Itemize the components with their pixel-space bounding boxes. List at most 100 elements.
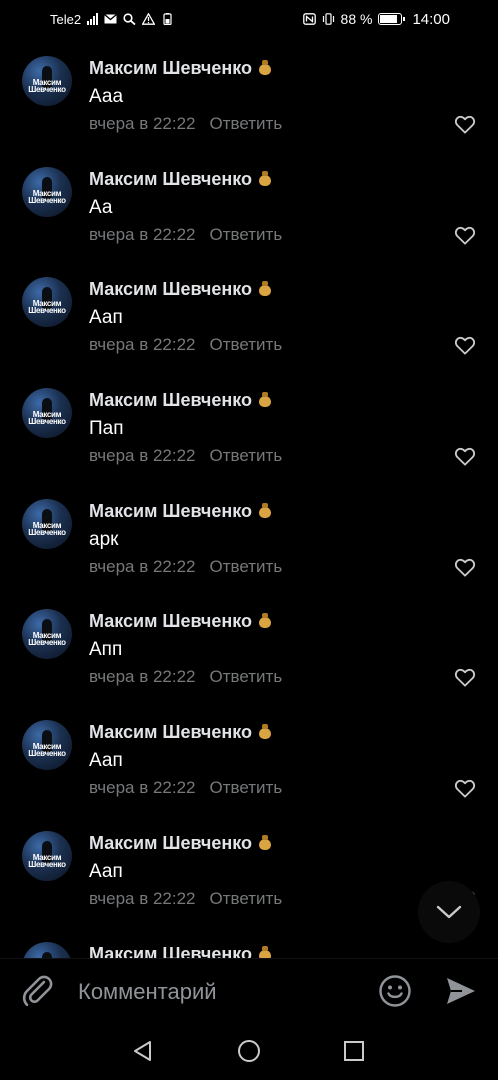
avatar-label: Максим Шевченко [28, 299, 66, 316]
reply-button[interactable]: Ответить [210, 667, 283, 686]
nfc-icon [302, 13, 316, 25]
avatar[interactable]: Максим Шевченко [22, 830, 72, 881]
heart-outline-icon[interactable] [454, 446, 476, 466]
comment-author[interactable]: Максим Шевченко [89, 501, 272, 522]
scroll-down-button[interactable] [418, 881, 480, 943]
comment-text: Аап [89, 750, 123, 772]
money-bag-icon [257, 502, 272, 519]
comments-list[interactable]: Максим Шевченко Максим Шевченко Ааа вчер… [0, 38, 498, 958]
comment-author[interactable]: Максим Шевченко [89, 722, 272, 743]
avatar[interactable]: Максим Шевченко [22, 720, 72, 771]
comment-time: вчера в 22:22 [89, 556, 196, 576]
heart-outline-icon[interactable] [454, 225, 476, 245]
back-triangle-icon[interactable] [131, 1039, 155, 1063]
comment-time: вчера в 22:22 [89, 224, 196, 244]
reply-button[interactable]: Ответить [210, 778, 283, 797]
comment-meta: вчера в 22:22 Ответить [89, 225, 282, 245]
comment-time: вчера в 22:22 [89, 335, 196, 355]
mail-icon [104, 13, 118, 24]
comment-author[interactable]: Максим Шевченко [89, 169, 272, 190]
avatar-label: Максим Шевченко [28, 520, 66, 537]
reply-button[interactable]: Ответить [210, 225, 283, 244]
battery-icon [378, 13, 406, 25]
status-bar: Tele2 88 % 14:00 [0, 0, 498, 38]
author-name: Максим Шевченко [89, 390, 252, 411]
comment-item: Максим Шевченко Максим Шевченко Апп вчер… [0, 591, 498, 702]
avatar-label: Максим Шевченко [28, 188, 66, 205]
recents-square-icon[interactable] [342, 1039, 366, 1063]
heart-outline-icon[interactable] [454, 114, 476, 134]
money-bag-icon [257, 612, 272, 629]
comment-meta: вчера в 22:22 Ответить [89, 446, 282, 466]
comment-author[interactable]: Максим Шевченко [89, 833, 272, 854]
avatar[interactable]: Максим Шевченко [22, 56, 72, 106]
search-icon [123, 13, 136, 25]
comment-composer [0, 958, 498, 1022]
reply-button[interactable]: Ответить [210, 889, 283, 908]
status-bar-left: Tele2 [50, 12, 174, 27]
comment-text: Аап [89, 307, 123, 329]
comment-item: Максим Шевченко Максим Шевченко Пап вчер… [0, 370, 498, 481]
author-name: Максим Шевченко [89, 168, 252, 189]
status-bar-right: 88 % 14:00 [302, 10, 450, 28]
warning-icon [142, 13, 156, 25]
comment-text: Аа [89, 196, 113, 218]
author-name: Максим Шевченко [89, 58, 252, 78]
comment-input[interactable] [78, 975, 368, 1009]
clock: 14:00 [412, 10, 450, 28]
comment-item: Максим Шевченко Максим Шевченко Аап вчер… [0, 259, 498, 370]
avatar[interactable]: Максим Шевченко [22, 388, 72, 439]
avatar[interactable]: Максим Шевченко [22, 498, 72, 549]
comment-author[interactable]: Максим Шевченко [89, 279, 272, 300]
avatar-label: Максим Шевченко [28, 78, 66, 94]
reply-button[interactable]: Ответить [210, 114, 283, 133]
author-name: Максим Шевченко [89, 943, 252, 959]
comment-time: вчера в 22:22 [89, 446, 196, 466]
comment-meta: вчера в 22:22 Ответить [89, 557, 282, 577]
comment-author[interactable]: Максим Шевченко [89, 943, 272, 959]
comment-author[interactable]: Максим Шевченко [89, 58, 272, 79]
battery-level [380, 15, 398, 23]
money-bag-icon [257, 170, 272, 187]
heart-outline-icon[interactable] [454, 667, 476, 687]
author-name: Максим Шевченко [89, 279, 252, 300]
comment-author[interactable]: Максим Шевченко [89, 611, 272, 632]
vibrate-icon [322, 13, 334, 25]
heart-outline-icon[interactable] [454, 557, 476, 577]
battery-percent: 88 % [340, 11, 373, 27]
smiley-icon[interactable] [378, 974, 412, 1008]
comment-item: Максим Шевченко Максим Шевченко арк вчер… [0, 481, 498, 592]
comment-time: вчера в 22:22 [89, 667, 196, 687]
money-bag-icon [257, 723, 272, 740]
comment-author[interactable]: Максим Шевченко [89, 390, 272, 411]
send-icon[interactable] [444, 974, 478, 1008]
money-bag-icon [257, 834, 272, 851]
avatar[interactable]: Максим Шевченко [22, 941, 72, 958]
reply-button[interactable]: Ответить [210, 557, 283, 576]
heart-outline-icon[interactable] [454, 335, 476, 355]
avatar-label: Максим Шевченко [28, 742, 66, 759]
comment-text: Апп [89, 639, 123, 661]
comment-meta: вчера в 22:22 Ответить [89, 335, 282, 355]
chevron-down-icon [436, 905, 462, 919]
comment-meta: вчера в 22:22 Ответить [89, 889, 282, 909]
home-circle-icon[interactable] [237, 1039, 261, 1063]
reply-button[interactable]: Ответить [210, 335, 283, 354]
avatar[interactable]: Максим Шевченко [22, 609, 72, 660]
comment-text: Ааа [89, 86, 124, 107]
comment-time: вчера в 22:22 [89, 778, 196, 798]
heart-outline-icon[interactable] [454, 778, 476, 798]
comment-item: Максим Шевченко Максим Шевченко Ааа вчер… [0, 38, 498, 149]
paperclip-icon[interactable] [20, 973, 56, 1009]
avatar-label: Максим Шевченко [28, 631, 66, 648]
avatar[interactable]: Максим Шевченко [22, 166, 72, 217]
signal-icon [87, 13, 99, 25]
comment-time: вчера в 22:22 [89, 114, 196, 133]
reply-button[interactable]: Ответить [210, 446, 283, 465]
comment-meta: вчера в 22:22 Ответить [89, 114, 282, 134]
comment-item: Максим Шевченко Максим Шевченко Аа вчера… [0, 149, 498, 260]
system-nav-bar [0, 1022, 498, 1080]
author-name: Максим Шевченко [89, 722, 252, 743]
money-bag-icon [257, 391, 272, 408]
avatar[interactable]: Максим Шевченко [22, 277, 72, 328]
